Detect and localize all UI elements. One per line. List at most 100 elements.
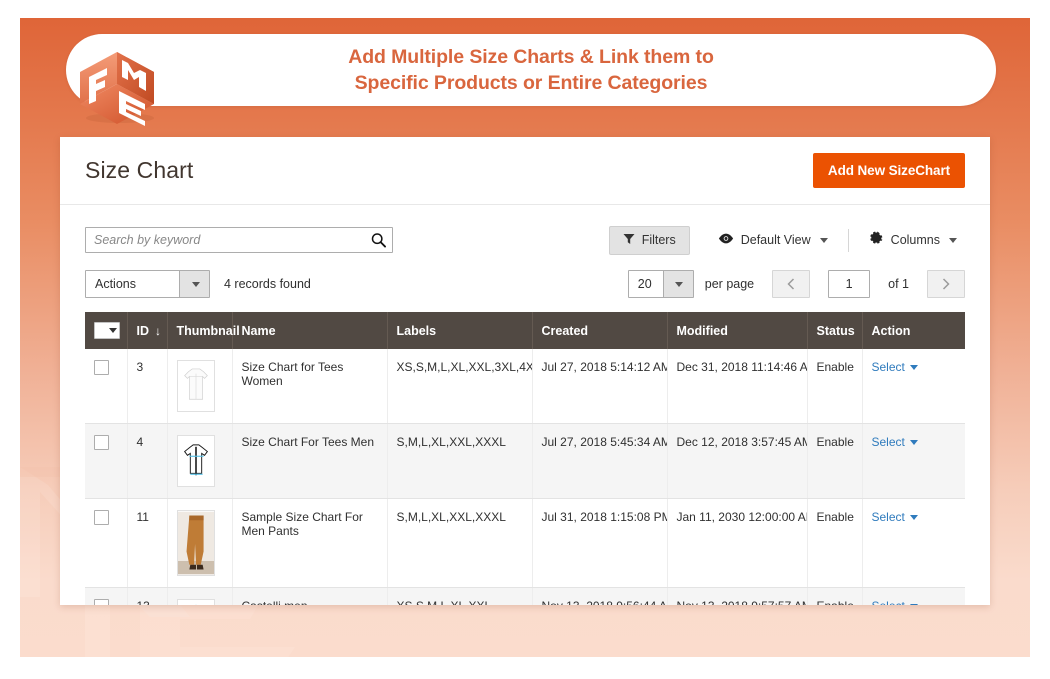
cell-action: Select (862, 498, 965, 588)
cell-thumbnail (167, 498, 233, 588)
th-thumbnail[interactable]: Thumbnail (167, 312, 240, 349)
next-page-button[interactable] (927, 270, 965, 298)
toolbar-row-search: Filters Default View (85, 205, 965, 255)
thumbnail-womens-tee-diagram[interactable] (176, 360, 215, 412)
toolbar-right-controls: Filters Default View Columns (608, 225, 965, 255)
row-action-label: Select (871, 435, 905, 449)
row-action-label: Select (872, 599, 905, 605)
actions-group: Actions 4 records found (85, 270, 311, 298)
row-action-select[interactable]: Select (872, 360, 918, 374)
th-id-label: ID (136, 323, 150, 338)
columns-selector[interactable]: Columns (861, 225, 965, 255)
default-view-selector[interactable]: Default View (710, 227, 836, 253)
search-icon[interactable] (371, 233, 386, 248)
cell-status: Enable (807, 423, 863, 499)
cell-labels: S,M,L,XL,XXL,XXXL (387, 498, 533, 588)
cell-labels: XS,S,M,L,XL,XXL,3XL,4XL,5XL (387, 349, 533, 424)
cell-checkbox (85, 587, 128, 605)
cell-labels: S,M,L,XL,XXL,XXXL (387, 423, 533, 499)
cell-modified: Dec 12, 2018 3:57:45 AM (667, 423, 808, 499)
cell-id: 3 (127, 349, 168, 424)
table-body: 3 Size Chart for Tees Women XS,S,M,L,XL,… (85, 349, 965, 605)
filters-label: Filters (641, 233, 676, 247)
row-checkbox[interactable] (94, 360, 109, 375)
cell-created: Jul 31, 2018 1:15:08 PM (532, 498, 668, 588)
cell-action: Select (862, 423, 965, 499)
row-action-label: Select (871, 360, 905, 374)
cell-id: 4 (127, 423, 168, 499)
th-created[interactable]: Created (532, 312, 668, 349)
th-name[interactable]: Name (232, 312, 388, 349)
th-select-all (85, 312, 128, 349)
chevron-down-icon (109, 328, 117, 333)
cell-name: Size Chart for Tees Women (232, 349, 388, 424)
cell-action: Select (862, 349, 965, 424)
actions-dropdown[interactable]: Actions (85, 270, 210, 298)
toolbar-divider (847, 228, 849, 252)
th-labels[interactable]: Labels (387, 312, 533, 349)
cell-created: Jul 27, 2018 5:14:12 AM (532, 349, 668, 424)
cell-modified: Jan 11, 2030 12:00:00 AM (667, 498, 808, 588)
th-id[interactable]: ID ↓ (127, 312, 168, 349)
row-checkbox[interactable] (94, 599, 109, 605)
screenshot-root: Add Multiple Size Charts & Link them to … (0, 0, 1050, 679)
actions-dropdown-value: Actions (95, 277, 136, 291)
cell-checkbox (85, 423, 128, 499)
cell-status: Enable (807, 587, 863, 605)
cell-name: Castelli men (232, 587, 388, 605)
row-checkbox[interactable] (94, 435, 109, 450)
th-status[interactable]: Status (807, 312, 863, 349)
sort-desc-icon: ↓ (155, 323, 161, 338)
page-header: Size Chart Add New SizeChart (60, 137, 990, 205)
per-page-label: per page (704, 277, 755, 291)
select-all-checkbox[interactable] (94, 322, 120, 339)
chevron-down-icon (909, 603, 918, 605)
cell-id: 13 (127, 587, 168, 605)
cell-thumbnail (167, 349, 233, 424)
cell-thumbnail (167, 423, 233, 499)
cell-created: Nov 13, 2018 9:56:44 AM (532, 587, 668, 605)
cell-thumbnail (167, 587, 233, 605)
table-row: 13 (85, 587, 965, 605)
chevron-down-icon (179, 271, 209, 297)
thumbnail-mens-tee-diagram[interactable] (176, 435, 215, 487)
columns-label: Columns (890, 233, 940, 247)
cell-created: Jul 27, 2018 5:45:34 AM (532, 423, 668, 499)
row-action-select[interactable]: Select (872, 599, 918, 605)
per-page-dropdown[interactable]: 20 (627, 270, 694, 298)
promo-banner: Add Multiple Size Charts & Link them to … (66, 34, 996, 106)
records-found-label: 4 records found (224, 277, 311, 291)
promo-stage: Add Multiple Size Charts & Link them to … (20, 18, 1030, 657)
thumbnail-mens-pants-photo[interactable] (176, 510, 215, 576)
filters-button[interactable]: Filters (608, 225, 690, 255)
prev-page-button[interactable] (772, 270, 811, 298)
th-modified[interactable]: Modified (667, 312, 808, 349)
cell-modified: Dec 31, 2018 11:14:46 AM (667, 349, 808, 424)
current-page-input[interactable] (828, 270, 871, 298)
eye-icon (718, 233, 734, 247)
row-checkbox[interactable] (94, 510, 109, 525)
toolbar-row-actions: Actions 4 records found 20 per page 1 of… (85, 255, 965, 312)
table-row: 11 Sample Size Chart For Men Pants S,M,L… (85, 498, 965, 588)
thumbnail-body-measure-diagram[interactable] (176, 599, 215, 605)
add-new-sizechart-button[interactable]: Add New SizeChart (812, 153, 965, 188)
chevron-down-icon (819, 237, 828, 243)
cell-checkbox (85, 349, 128, 424)
chevron-down-icon (662, 271, 693, 297)
search-input[interactable] (85, 227, 393, 253)
chevron-down-icon (909, 439, 918, 445)
row-action-label: Select (871, 510, 905, 524)
page-title: Size Chart (85, 157, 194, 183)
default-view-label: Default View (740, 233, 811, 247)
funnel-icon (623, 233, 635, 248)
table-row: 4 Size Chart For Tees Men S,M,L,XL,XXL,X… (85, 423, 965, 499)
table-row: 3 Size Chart for Tees Women XS,S,M,L,XL,… (85, 349, 965, 424)
cell-status: Enable (807, 349, 863, 424)
sizechart-table: ID ↓ Thumbnail Name Labels Created Modifi… (85, 312, 965, 605)
row-action-select[interactable]: Select (872, 510, 918, 524)
chevron-down-icon (909, 514, 918, 520)
row-action-select[interactable]: Select (872, 435, 918, 449)
table-header-row: ID ↓ Thumbnail Name Labels Created Modifi… (85, 312, 965, 349)
cell-labels: XS,S,M,L,XL,XXL (387, 587, 533, 605)
th-action[interactable]: Action (862, 312, 965, 349)
